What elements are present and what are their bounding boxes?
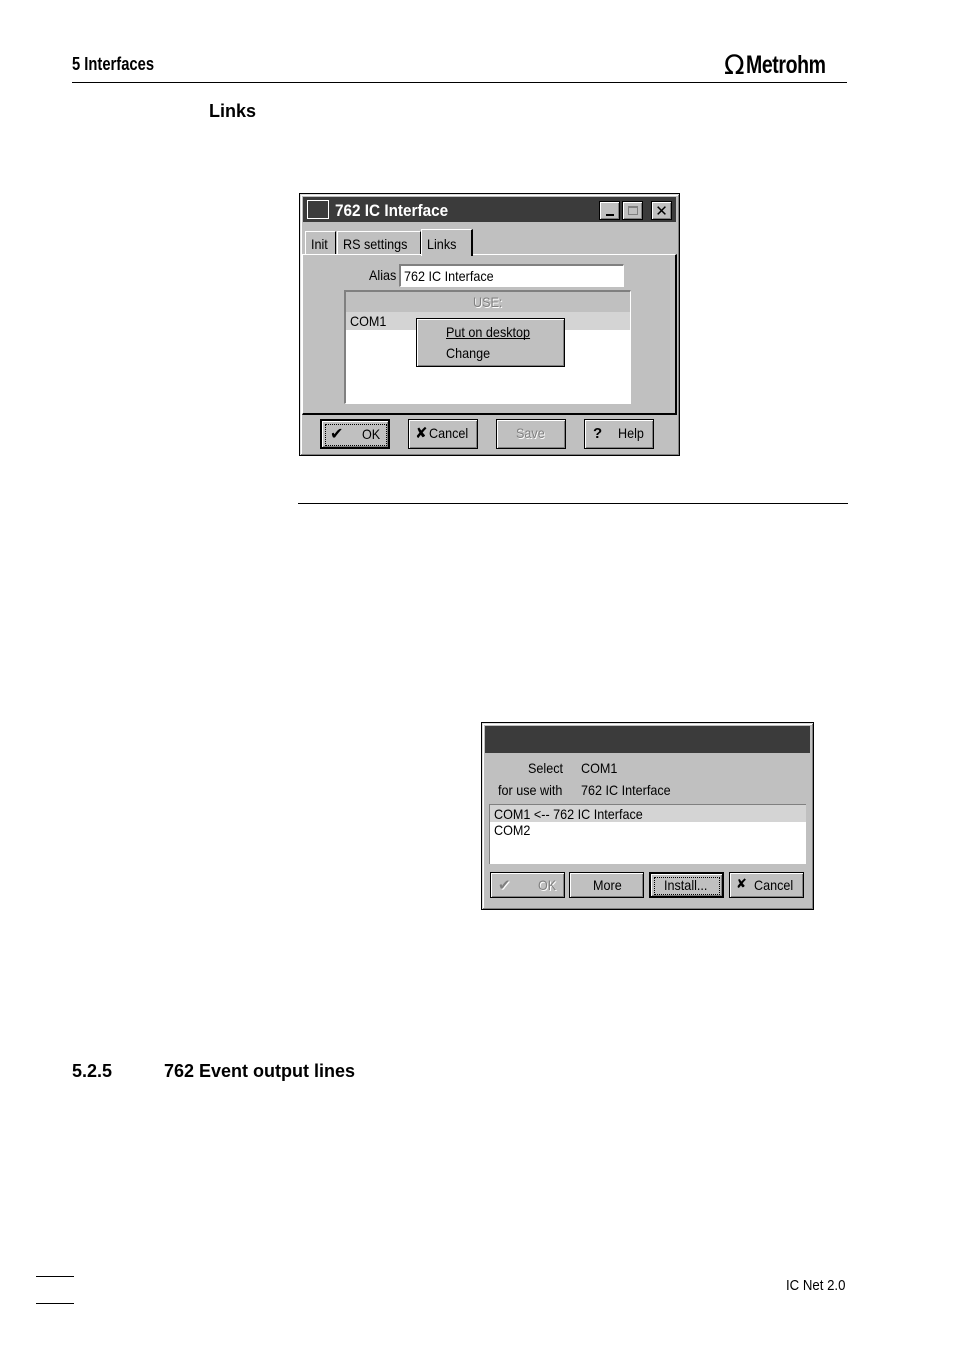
- header-rule: [72, 82, 847, 83]
- subsection-number: 5.2.5: [72, 1061, 113, 1081]
- port-listbox[interactable]: COM1 <-- 762 IC Interface COM2: [489, 804, 806, 864]
- dialog-title: 762 IC Interface: [335, 201, 449, 220]
- alias-label: Alias: [369, 267, 397, 283]
- use-with-value: 762 IC Interface: [581, 782, 671, 798]
- footer-rule-top: [36, 1276, 74, 1277]
- list-row-label: COM1: [350, 313, 387, 329]
- install-label: Install...: [664, 877, 708, 893]
- alias-input[interactable]: 762 IC Interface: [399, 264, 624, 287]
- select-ok-button[interactable]: ✔ OK: [490, 872, 565, 898]
- tab-init[interactable]: Init: [305, 231, 336, 255]
- menu-item-change-label: Change: [446, 345, 491, 361]
- close-icon: ✕: [655, 201, 668, 220]
- minimize-button[interactable]: [599, 201, 620, 220]
- select-dialog-titlebar[interactable]: [485, 726, 810, 753]
- minimize-icon: [605, 213, 614, 216]
- help-label: Help: [618, 425, 644, 441]
- use-with-label: for use with: [498, 782, 563, 798]
- more-button[interactable]: More: [569, 872, 644, 898]
- omega-logo-icon: Ω: [724, 49, 745, 81]
- ok-label: OK: [362, 426, 381, 442]
- ok-button[interactable]: ✔ OK: [320, 419, 390, 449]
- footer-product: IC Net 2.0: [786, 1277, 846, 1294]
- checkmark-icon: ✔: [330, 424, 344, 443]
- menu-item-put-on-desktop[interactable]: Put on desktop: [420, 322, 561, 342]
- app-icon[interactable]: [307, 200, 329, 219]
- select-ok-check-icon: ✔: [498, 876, 511, 894]
- select-cancel-x-icon: ✘: [736, 877, 747, 892]
- list-item-com2-label: COM2: [494, 822, 531, 838]
- side-heading: Links: [209, 101, 257, 121]
- list-item-com1-label: COM1 <-- 762 IC Interface: [494, 806, 643, 822]
- select-cancel-label: Cancel: [754, 877, 794, 893]
- save-button[interactable]: Save: [496, 419, 566, 449]
- alias-input-value: 762 IC Interface: [404, 268, 494, 284]
- tab-rs-settings[interactable]: RS settings: [337, 231, 421, 255]
- select-ok-label: OK: [538, 877, 557, 893]
- close-button[interactable]: ✕: [651, 201, 672, 220]
- cancel-label: Cancel: [429, 425, 469, 441]
- select-cancel-button[interactable]: ✘ Cancel: [729, 872, 804, 898]
- help-question-icon: ?: [593, 425, 603, 442]
- list-header: USE:: [346, 292, 630, 312]
- footer-rule-bottom: [36, 1303, 74, 1304]
- cancel-button[interactable]: ✘ Cancel: [408, 419, 478, 449]
- menu-item-put-on-desktop-label: Put on desktop: [446, 324, 531, 340]
- section-header: 5 Interfaces: [72, 54, 155, 74]
- context-menu: Put on desktop Change: [416, 318, 565, 367]
- install-button[interactable]: Install...: [649, 872, 724, 898]
- list-item-com2[interactable]: COM2: [490, 822, 806, 839]
- select-value: COM1: [581, 760, 618, 776]
- subsection-title: 762 Event output lines: [164, 1061, 356, 1081]
- dialog-titlebar[interactable]: 762 IC Interface ✕: [303, 197, 676, 222]
- section-rule: [298, 503, 848, 504]
- list-item-com1[interactable]: COM1 <-- 762 IC Interface: [490, 805, 806, 822]
- help-button[interactable]: ? Help: [584, 419, 654, 449]
- save-label: Save: [516, 425, 545, 441]
- logo-text: Metrohm: [745, 50, 826, 79]
- tab-links[interactable]: Links: [421, 229, 473, 256]
- menu-item-change[interactable]: Change: [420, 343, 561, 363]
- maximize-button[interactable]: [622, 201, 643, 220]
- maximize-icon: [627, 206, 638, 215]
- select-label: Select: [528, 760, 564, 776]
- cancel-x-icon: ✘: [415, 424, 428, 442]
- more-label: More: [593, 877, 622, 893]
- list-header-label: USE:: [473, 294, 503, 310]
- metrohm-logo: Ω Metrohm: [724, 49, 848, 81]
